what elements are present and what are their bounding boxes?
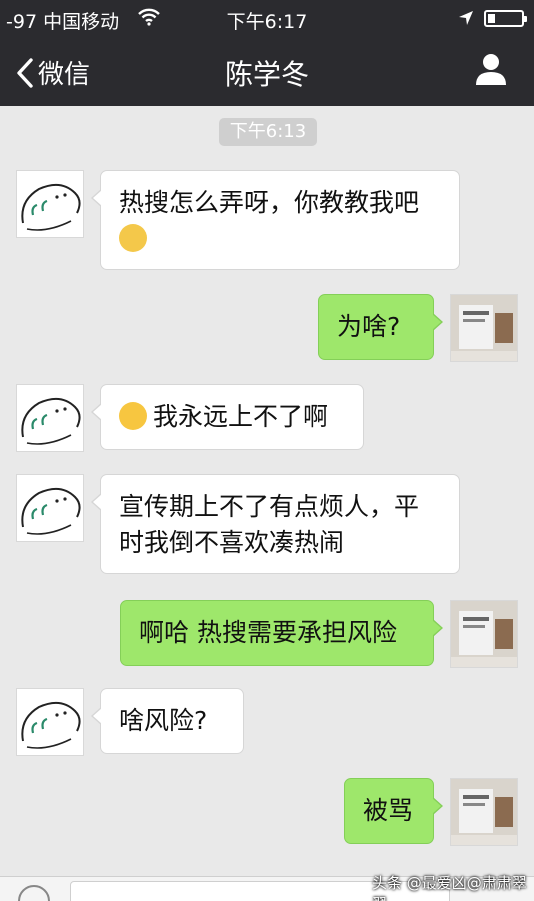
watermark: 头条 @最爱凶@肃肃翠翠 bbox=[372, 874, 527, 901]
photo-avatar-icon bbox=[451, 295, 517, 361]
crying-emoji-icon bbox=[119, 224, 147, 252]
contact-avatar[interactable] bbox=[16, 474, 84, 542]
person-icon bbox=[476, 54, 506, 85]
my-avatar[interactable] bbox=[450, 778, 518, 846]
contact-avatar[interactable] bbox=[16, 384, 84, 452]
location-arrow-icon bbox=[458, 9, 474, 31]
message-bubble[interactable]: 为啥? bbox=[318, 294, 443, 360]
profile-button[interactable] bbox=[474, 52, 508, 90]
photo-avatar-icon bbox=[451, 601, 517, 667]
nav-bar: 微信 陈学冬 bbox=[0, 36, 534, 106]
cartoon-avatar-icon bbox=[21, 183, 81, 231]
my-avatar[interactable] bbox=[450, 600, 518, 668]
cartoon-avatar-icon bbox=[21, 397, 81, 445]
message-bubble[interactable]: 啊哈 热搜需要承担风险 bbox=[120, 600, 443, 666]
message-text: 啊哈 热搜需要承担风险 bbox=[139, 618, 397, 647]
tears-of-joy-emoji-icon bbox=[119, 402, 147, 430]
message-text: 被骂 bbox=[363, 796, 414, 825]
message-text: 时我倒不喜欢凑热闹 bbox=[119, 528, 345, 557]
message-text: 为啥? bbox=[337, 312, 401, 341]
contact-avatar[interactable] bbox=[16, 688, 84, 756]
message-bubble[interactable]: 啥风险? bbox=[91, 688, 244, 754]
message-bubble[interactable]: 被骂 bbox=[344, 778, 443, 844]
chat-title: 陈学冬 bbox=[224, 58, 309, 91]
chat-area[interactable]: 下午6:13 热搜怎么弄呀，你教教我吧 为啥? 我永远上不了啊 宣传期上不了有点… bbox=[0, 106, 534, 876]
status-time: 下午6:17 bbox=[226, 11, 308, 33]
timestamp: 下午6:13 bbox=[219, 118, 317, 146]
contact-avatar[interactable] bbox=[16, 170, 84, 238]
message-text: 我永远上不了啊 bbox=[153, 402, 329, 431]
my-avatar[interactable] bbox=[450, 294, 518, 362]
cartoon-avatar-icon bbox=[21, 487, 81, 535]
message-text: 热搜怎么弄呀，你教教我吧 bbox=[119, 188, 420, 217]
status-bar: -97 中国移动 下午6:17 bbox=[0, 0, 534, 36]
message-text: 宣传期上不了有点烦人，平 bbox=[119, 492, 420, 521]
cartoon-avatar-icon bbox=[21, 701, 81, 749]
message-text: 啥风险? bbox=[119, 706, 208, 735]
message-bubble[interactable]: 我永远上不了啊 bbox=[91, 384, 364, 450]
message-bubble[interactable]: 热搜怎么弄呀，你教教我吧 bbox=[91, 170, 460, 270]
message-bubble[interactable]: 宣传期上不了有点烦人，平 时我倒不喜欢凑热闹 bbox=[91, 474, 460, 574]
photo-avatar-icon bbox=[451, 779, 517, 845]
battery-icon bbox=[484, 10, 527, 27]
voice-icon[interactable] bbox=[18, 885, 50, 901]
